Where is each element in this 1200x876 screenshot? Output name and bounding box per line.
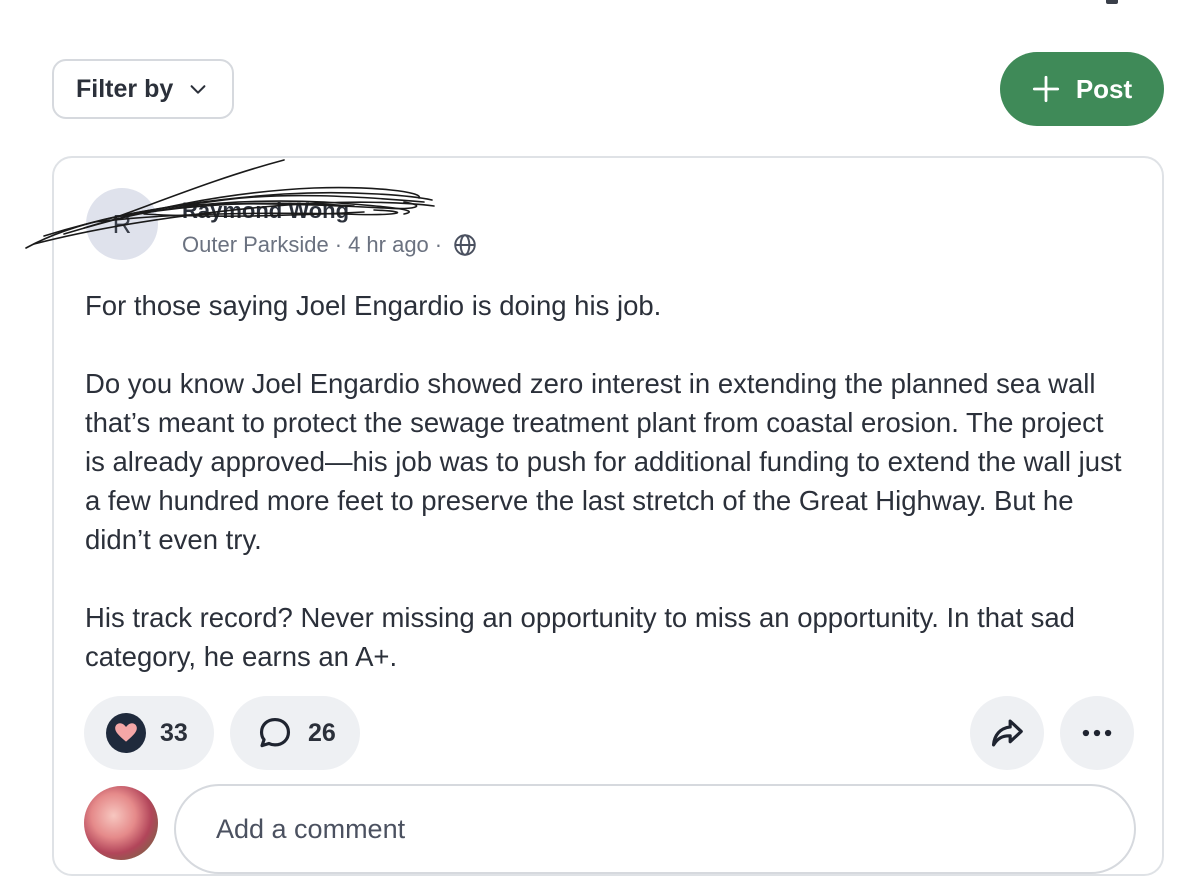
more-options-button[interactable] — [1060, 696, 1134, 770]
post-card: R Raymond Wong Outer Parkside · 4 hr ago… — [25, 156, 1164, 876]
post-paragraph: Do you know Joel Engardio showed zero in… — [85, 368, 1122, 555]
meta-separator: · — [434, 232, 443, 257]
filter-by-button[interactable]: Filter by — [52, 59, 234, 119]
plus-icon — [1032, 75, 1059, 103]
comment-button[interactable]: 26 — [230, 696, 360, 770]
reaction-count: 33 — [160, 718, 188, 747]
post-meta: Outer Parkside · 4 hr ago · — [182, 232, 478, 258]
add-comment-input[interactable] — [174, 784, 1136, 874]
globe-icon — [454, 234, 476, 256]
reaction-button[interactable]: 33 — [84, 696, 214, 770]
meta-separator: · — [334, 232, 343, 257]
ellipsis-icon — [1082, 729, 1112, 737]
neighborhood-link[interactable]: Outer Parkside — [182, 232, 329, 258]
heart-reaction-icon — [106, 713, 146, 753]
chevron-down-icon — [190, 85, 206, 94]
comment-bubble-icon — [259, 717, 291, 748]
share-button[interactable] — [970, 696, 1044, 770]
post-paragraph: For those saying Joel Engardio is doing … — [85, 290, 662, 321]
post-paragraph: His track record? Never missing an oppor… — [85, 602, 1075, 672]
post-body: For those saying Joel Engardio is doing … — [85, 286, 1125, 715]
author-name[interactable]: Raymond Wong — [182, 198, 349, 224]
post-time: 4 hr ago — [348, 232, 429, 257]
author-initial: R — [112, 208, 132, 239]
post-label: Post — [1075, 73, 1133, 104]
new-post-button[interactable]: Post — [1000, 52, 1164, 126]
filter-label: Filter by — [76, 74, 174, 103]
current-user-avatar — [84, 786, 158, 860]
comment-count: 26 — [308, 718, 336, 747]
share-arrow-icon — [991, 719, 1023, 747]
author-avatar[interactable]: R — [86, 188, 158, 260]
top-edge-mark — [1106, 0, 1118, 4]
